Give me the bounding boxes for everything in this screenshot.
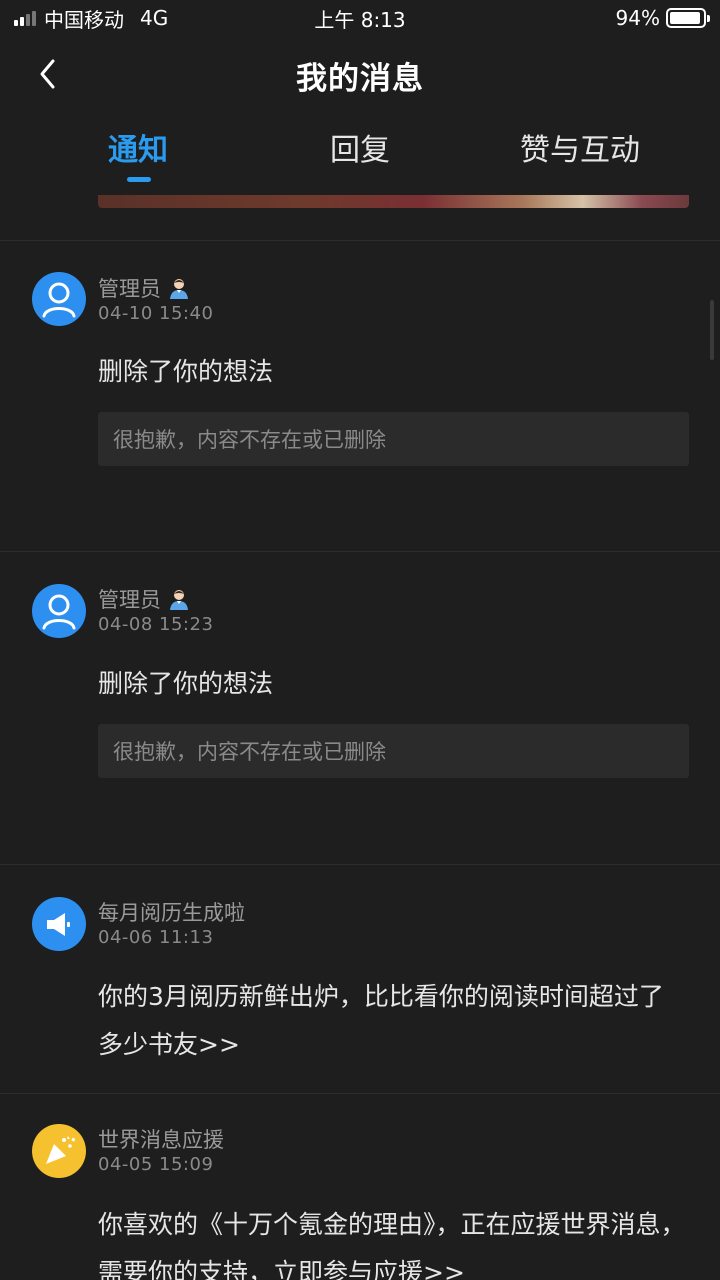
- status-right: 94%: [615, 6, 710, 30]
- message-time: 04-10 15:40: [98, 303, 214, 324]
- message-text: 你喜欢的《十万个氪金的理由》，正在应援世界消息，需要你的支持，立即参与应援>>: [98, 1210, 686, 1280]
- tab-notifications[interactable]: 通知: [88, 125, 188, 169]
- sender-row: 世界消息应援: [98, 1124, 224, 1154]
- carrier-label: 中国移动: [44, 7, 124, 32]
- battery-icon: [666, 8, 710, 28]
- message-text: 删除了你的想法: [98, 669, 274, 698]
- sender-row: 管理员: [98, 584, 191, 614]
- list-item[interactable]: 世界消息应援 04-05 15:09 你喜欢的《十万个氪金的理由》，正在应援世界…: [0, 1094, 720, 1280]
- list-item[interactable]: 管理员 04-10 15:40 删除了你的想法 很抱歉，内容不存在或已删除: [0, 241, 720, 551]
- back-button[interactable]: [30, 56, 66, 92]
- tab-indicator: [127, 177, 151, 182]
- nav-bar: 我的消息: [0, 40, 720, 110]
- network-label: 4G: [140, 6, 169, 30]
- quote-box[interactable]: 很抱歉，内容不存在或已删除: [98, 412, 689, 466]
- avatar[interactable]: [32, 897, 86, 951]
- sender-name: 每月阅历生成啦: [98, 901, 245, 925]
- scrollbar[interactable]: [710, 300, 714, 360]
- admin-badge-icon: [170, 590, 188, 610]
- user-icon: [42, 282, 76, 318]
- avatar[interactable]: [32, 272, 86, 326]
- quote-box[interactable]: 很抱歉，内容不存在或已删除: [98, 724, 689, 778]
- sender-row: 每月阅历生成啦: [98, 897, 245, 927]
- message-text: 删除了你的想法: [98, 357, 274, 386]
- battery-fill: [670, 12, 701, 24]
- tab-likes-interactions[interactable]: 赞与互动: [500, 125, 660, 169]
- user-icon: [42, 594, 76, 630]
- message-text: 你的3月阅历新鲜出炉，比比看你的阅读时间超过了多少书友>>: [98, 982, 664, 1059]
- message-time: 04-05 15:09: [98, 1154, 214, 1175]
- battery-percent: 94%: [615, 6, 660, 30]
- chevron-left-icon: [40, 59, 55, 89]
- avatar[interactable]: [32, 1124, 86, 1178]
- list-item[interactable]: 管理员 04-08 15:23 删除了你的想法 很抱歉，内容不存在或已删除: [0, 552, 720, 864]
- sender-row: 管理员: [98, 273, 191, 303]
- signal-icon: [14, 10, 36, 26]
- list-item[interactable]: 每月阅历生成啦 04-06 11:13 你的3月阅历新鲜出炉，比比看你的阅读时间…: [0, 865, 720, 1093]
- tab-replies[interactable]: 回复: [310, 125, 410, 169]
- sender-name: 管理员: [98, 588, 161, 612]
- previous-item-image[interactable]: [98, 195, 689, 208]
- tab-bar: 通知 回复 赞与互动: [0, 125, 720, 191]
- megaphone-icon: [47, 913, 70, 936]
- status-bar: 中国移动 4G 上午 8:13 94%: [0, 0, 720, 36]
- page-title: 我的消息: [296, 60, 424, 97]
- sender-name: 管理员: [98, 277, 161, 301]
- avatar[interactable]: [32, 584, 86, 638]
- admin-badge-icon: [170, 279, 188, 299]
- party-popper-icon: [46, 1136, 76, 1164]
- sender-name: 世界消息应援: [98, 1128, 224, 1152]
- message-time: 04-06 11:13: [98, 927, 214, 948]
- message-time: 04-08 15:23: [98, 614, 214, 635]
- status-left: 中国移动 4G: [14, 4, 168, 33]
